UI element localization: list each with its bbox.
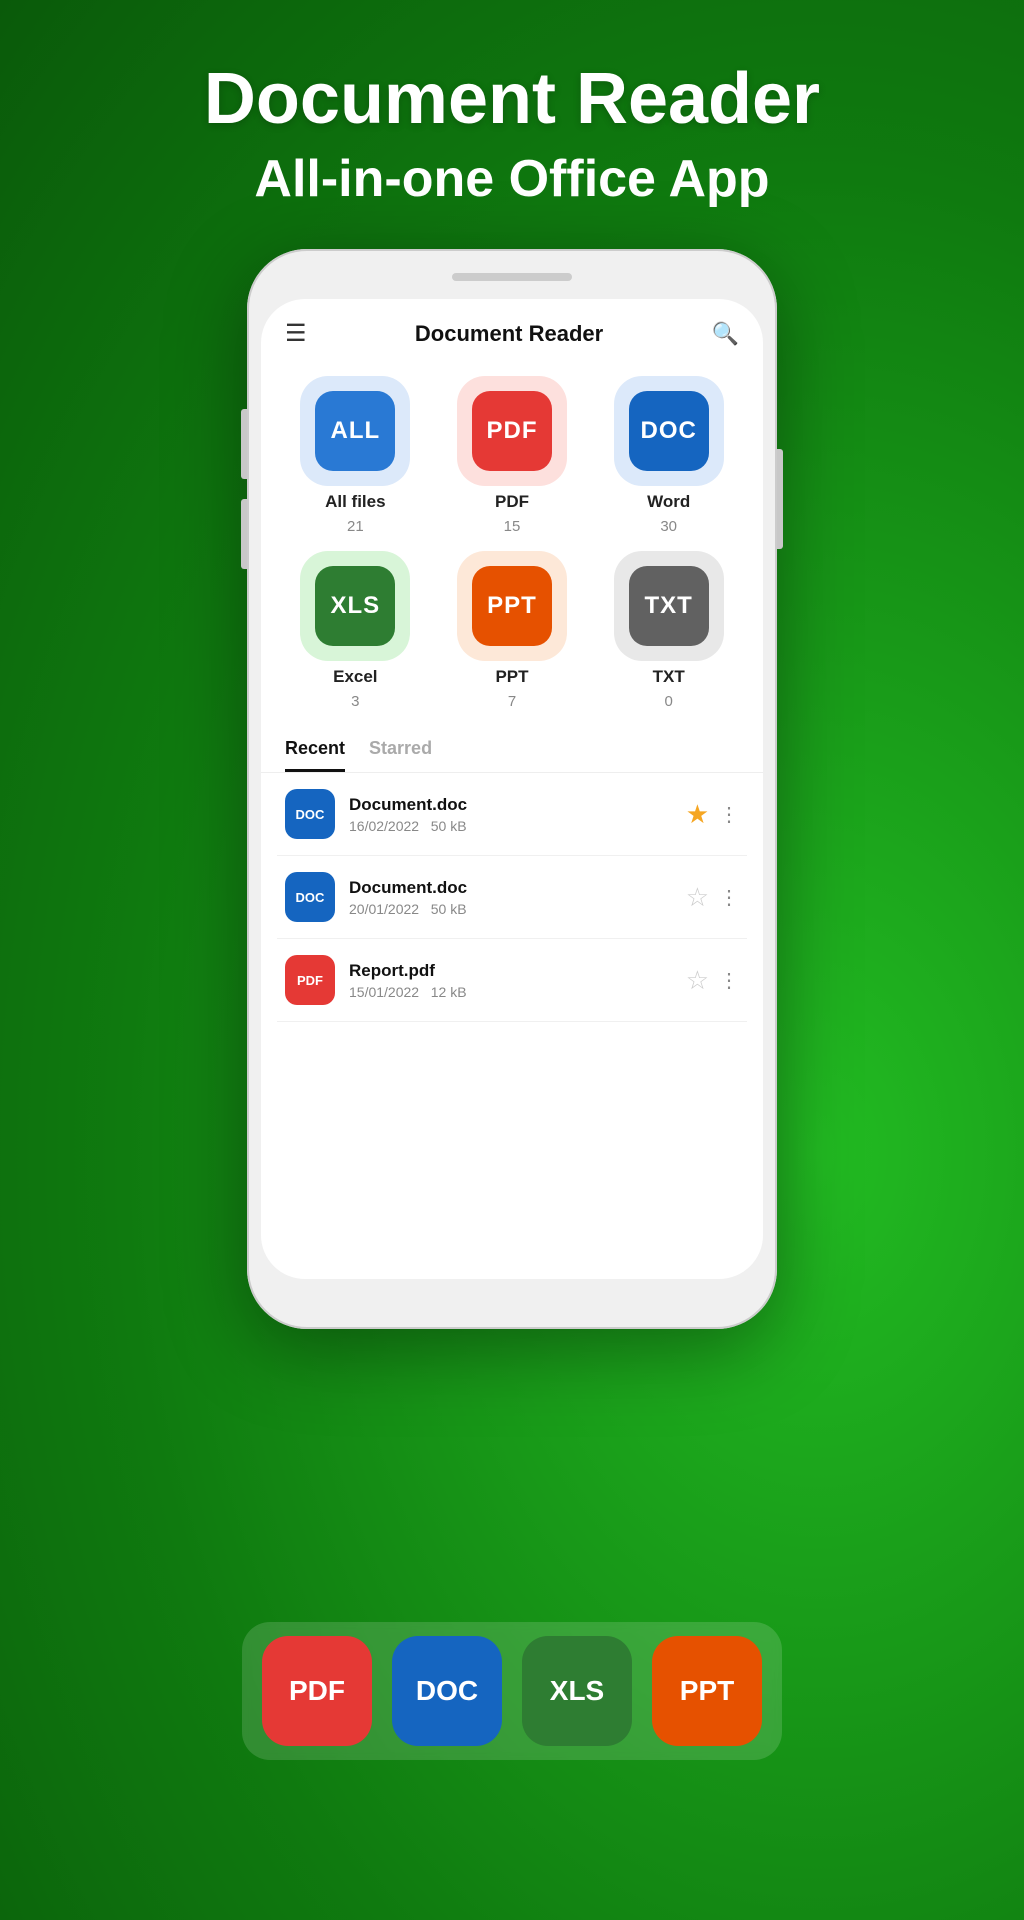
phone-screen: ☰ Document Reader 🔍 ALL All files 21 PDF… xyxy=(261,299,763,1279)
banner-icon-pdf[interactable]: PDF xyxy=(262,1636,372,1746)
phone-notch xyxy=(261,263,763,291)
search-icon[interactable]: 🔍 xyxy=(712,321,739,347)
file-icon-wrapper-xls: XLS xyxy=(300,551,410,661)
file-type-pdf[interactable]: PDF PDF 15 xyxy=(442,376,583,535)
file-icon-txt: TXT xyxy=(629,566,709,646)
hero-title: Document Reader xyxy=(0,60,1024,139)
file-list-info: Document.doc 16/02/2022 50 kB xyxy=(349,795,686,834)
file-list-item[interactable]: DOC Document.doc 16/02/2022 50 kB ★ ⋮ xyxy=(277,773,747,856)
hero-subtitle: All-in-one Office App xyxy=(0,149,1024,209)
tabs-row: Recent Starred xyxy=(261,726,763,773)
file-actions: ☆ ⋮ xyxy=(686,882,739,913)
file-icon-wrapper-all: ALL xyxy=(300,376,410,486)
file-icon-xls: XLS xyxy=(315,566,395,646)
more-options-icon[interactable]: ⋮ xyxy=(719,885,739,910)
file-type-count-all: 21 xyxy=(347,518,364,535)
tab-recent[interactable]: Recent xyxy=(285,738,345,772)
file-list-type-icon: PDF xyxy=(285,955,335,1005)
file-list-item[interactable]: DOC Document.doc 20/01/2022 50 kB ☆ ⋮ xyxy=(277,856,747,939)
file-name: Report.pdf xyxy=(349,961,686,981)
file-actions: ★ ⋮ xyxy=(686,799,739,830)
file-icon-wrapper-ppt: PPT xyxy=(457,551,567,661)
banner-icon-doc[interactable]: DOC xyxy=(392,1636,502,1746)
notch-bar xyxy=(452,273,572,281)
file-list-type-icon: DOC xyxy=(285,872,335,922)
file-type-ppt[interactable]: PPT PPT 7 xyxy=(442,551,583,710)
file-type-label-xls: Excel xyxy=(333,667,377,687)
file-type-count-ppt: 7 xyxy=(508,693,516,710)
tab-starred[interactable]: Starred xyxy=(369,738,432,772)
file-list-info: Report.pdf 15/01/2022 12 kB xyxy=(349,961,686,1000)
file-type-count-xls: 3 xyxy=(351,693,359,710)
file-icon-pdf: PDF xyxy=(472,391,552,471)
file-icon-doc: DOC xyxy=(629,391,709,471)
bottom-fade xyxy=(261,1199,763,1279)
file-icon-wrapper-doc: DOC xyxy=(614,376,724,486)
file-type-doc[interactable]: DOC Word 30 xyxy=(598,376,739,535)
file-icon-all: ALL xyxy=(315,391,395,471)
top-bar: ☰ Document Reader 🔍 xyxy=(261,299,763,360)
file-name: Document.doc xyxy=(349,795,686,815)
file-type-count-txt: 0 xyxy=(664,693,672,710)
file-type-label-ppt: PPT xyxy=(495,667,528,687)
file-type-grid: ALL All files 21 PDF PDF 15 DOC Word 30 … xyxy=(261,360,763,726)
file-meta: 20/01/2022 50 kB xyxy=(349,901,686,917)
phone-mockup: ☰ Document Reader 🔍 ALL All files 21 PDF… xyxy=(0,249,1024,1329)
app-title: Document Reader xyxy=(415,321,603,347)
banner-icon-xls[interactable]: XLS xyxy=(522,1636,632,1746)
file-list: DOC Document.doc 16/02/2022 50 kB ★ ⋮ DO… xyxy=(261,773,763,1022)
phone-body: ☰ Document Reader 🔍 ALL All files 21 PDF… xyxy=(247,249,777,1329)
file-icon-wrapper-pdf: PDF xyxy=(457,376,567,486)
file-meta: 16/02/2022 50 kB xyxy=(349,818,686,834)
file-list-type-icon: DOC xyxy=(285,789,335,839)
banner-icon-ppt[interactable]: PPT xyxy=(652,1636,762,1746)
star-filled-icon[interactable]: ★ xyxy=(686,799,709,830)
hamburger-icon[interactable]: ☰ xyxy=(285,319,307,348)
file-name: Document.doc xyxy=(349,878,686,898)
file-type-label-txt: TXT xyxy=(653,667,685,687)
star-empty-icon[interactable]: ☆ xyxy=(686,965,709,996)
file-meta: 15/01/2022 12 kB xyxy=(349,984,686,1000)
volume-button-down xyxy=(241,499,247,569)
file-type-xls[interactable]: XLS Excel 3 xyxy=(285,551,426,710)
star-empty-icon[interactable]: ☆ xyxy=(686,882,709,913)
file-actions: ☆ ⋮ xyxy=(686,965,739,996)
file-type-count-pdf: 15 xyxy=(504,518,521,535)
file-type-count-doc: 30 xyxy=(660,518,677,535)
file-type-label-all: All files xyxy=(325,492,385,512)
file-type-all[interactable]: ALL All files 21 xyxy=(285,376,426,535)
file-list-info: Document.doc 20/01/2022 50 kB xyxy=(349,878,686,917)
volume-button-up xyxy=(241,409,247,479)
more-options-icon[interactable]: ⋮ xyxy=(719,968,739,993)
more-options-icon[interactable]: ⋮ xyxy=(719,802,739,827)
hero-section: Document Reader All-in-one Office App xyxy=(0,0,1024,239)
file-list-item[interactable]: PDF Report.pdf 15/01/2022 12 kB ☆ ⋮ xyxy=(277,939,747,1022)
file-icon-ppt: PPT xyxy=(472,566,552,646)
bottom-banner: PDFDOCXLSPPT xyxy=(242,1622,782,1760)
file-type-label-doc: Word xyxy=(647,492,690,512)
file-type-txt[interactable]: TXT TXT 0 xyxy=(598,551,739,710)
power-button xyxy=(777,449,783,549)
file-type-label-pdf: PDF xyxy=(495,492,529,512)
file-icon-wrapper-txt: TXT xyxy=(614,551,724,661)
